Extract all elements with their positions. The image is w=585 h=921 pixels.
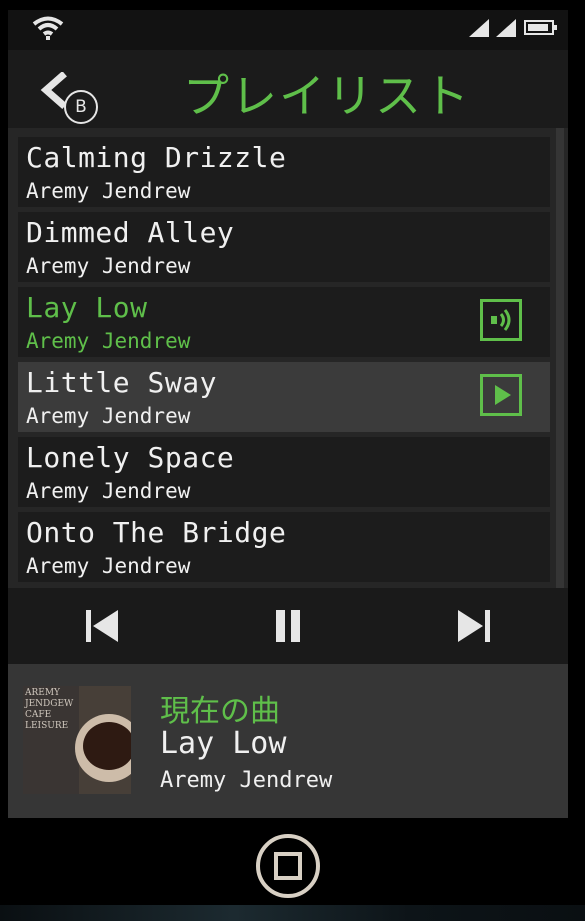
next-icon <box>452 610 496 652</box>
pause-icon <box>266 610 310 652</box>
pause-button[interactable] <box>266 604 310 648</box>
scrollbar[interactable] <box>556 128 564 588</box>
now-playing-label: 現在の曲 <box>160 694 280 729</box>
now-playing-title: Lay Low <box>160 726 287 761</box>
now-playing-artist: Aremy Jendrew <box>160 768 333 793</box>
battery-icon <box>524 20 557 35</box>
wifi-icon <box>30 15 66 45</box>
album-art-text: AREMY JENDGEW CAFE LEISURE <box>25 688 74 731</box>
track-artist: Aremy Jendrew <box>26 254 191 278</box>
signal-icon <box>496 19 516 41</box>
track-artist: Aremy Jendrew <box>26 554 191 578</box>
track-title: Little Sway <box>26 366 217 399</box>
track-title: Dimmed Alley <box>26 216 235 249</box>
track-artist: Aremy Jendrew <box>26 329 191 353</box>
track-item-playing[interactable]: Lay Low Aremy Jendrew <box>18 287 550 357</box>
now-playing-panel: AREMY JENDGEW CAFE LEISURE 現在の曲 Lay Low … <box>8 664 568 818</box>
back-button[interactable]: B <box>40 71 112 126</box>
track-artist: Aremy Jendrew <box>26 179 191 203</box>
header: B プレイリスト <box>8 50 568 128</box>
phone-screen: B プレイリスト Calming Drizzle Aremy Jendrew D… <box>8 10 568 818</box>
coffee-cup-image <box>75 714 131 782</box>
previous-icon <box>80 610 124 652</box>
b-button-badge: B <box>64 90 98 124</box>
track-item-selected[interactable]: Little Sway Aremy Jendrew <box>18 362 550 432</box>
status-bar <box>8 10 568 50</box>
play-icon[interactable] <box>480 374 522 416</box>
playlist: Calming Drizzle Aremy Jendrew Dimmed All… <box>8 128 568 588</box>
signal-icon <box>469 19 489 41</box>
background-strip <box>0 905 585 921</box>
track-item[interactable]: Dimmed Alley Aremy Jendrew <box>18 212 550 282</box>
track-item[interactable]: Onto The Bridge Aremy Jendrew <box>18 512 550 582</box>
home-button[interactable] <box>254 832 322 900</box>
previous-button[interactable] <box>80 604 124 648</box>
track-title: Calming Drizzle <box>26 141 287 174</box>
playback-controls <box>8 588 568 664</box>
track-artist: Aremy Jendrew <box>26 479 191 503</box>
next-button[interactable] <box>452 604 496 648</box>
page-title: プレイリスト <box>183 69 471 123</box>
track-item[interactable]: Calming Drizzle Aremy Jendrew <box>18 137 550 207</box>
track-title: Lonely Space <box>26 441 235 474</box>
track-item[interactable]: Lonely Space Aremy Jendrew <box>18 437 550 507</box>
track-title: Lay Low <box>26 291 148 324</box>
track-artist: Aremy Jendrew <box>26 404 191 428</box>
speaker-icon <box>480 299 522 341</box>
track-title: Onto The Bridge <box>26 516 287 549</box>
home-icon <box>254 834 322 904</box>
album-art: AREMY JENDGEW CAFE LEISURE <box>23 686 131 794</box>
